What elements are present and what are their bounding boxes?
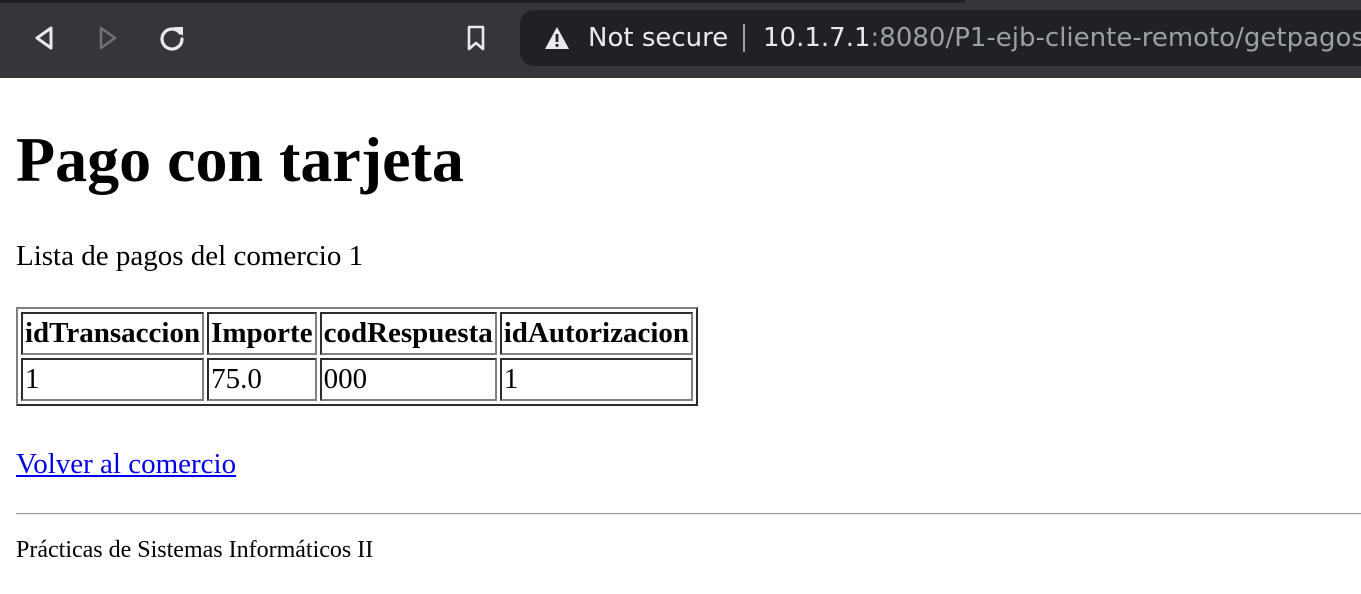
url-text[interactable]: 10.1.7.1:8080/P1-ejb-cliente-remoto/getp…	[763, 23, 1361, 53]
page-content: Pago con tarjeta Lista de pagos del come…	[0, 78, 1361, 594]
forward-arrow-icon	[99, 26, 117, 50]
table-header-row: idTransaccion Importe codRespuesta idAut…	[21, 312, 694, 355]
page-title: Pago con tarjeta	[16, 124, 464, 195]
tab-strip-edge	[0, 0, 965, 3]
reload-button[interactable]	[154, 20, 190, 56]
back-button[interactable]	[26, 20, 62, 56]
cell-id-transaccion: 1	[21, 358, 205, 401]
column-header-id-transaccion: idTransaccion	[21, 312, 205, 355]
table-row: 1 75.0 000 1	[21, 358, 694, 401]
cell-id-autorizacion: 1	[499, 358, 694, 401]
address-bar[interactable]: Not secure 10.1.7.1:8080/P1-ejb-cliente-…	[520, 10, 1361, 66]
page-footer: Prácticas de Sistemas Informáticos II	[16, 537, 374, 563]
cell-cod-respuesta: 000	[319, 358, 497, 401]
url-host: 10.1.7.1	[763, 23, 871, 53]
page-subtitle: Lista de pagos del comercio 1	[16, 240, 364, 272]
back-to-shop-link[interactable]: Volver al comercio	[16, 446, 236, 482]
bookmark-icon	[467, 25, 485, 51]
warning-triangle-icon[interactable]	[544, 26, 570, 50]
url-divider	[743, 24, 745, 52]
column-header-id-autorizacion: idAutorizacion	[499, 312, 694, 355]
browser-toolbar: Not secure 10.1.7.1:8080/P1-ejb-cliente-…	[0, 0, 1361, 78]
bookmark-button[interactable]	[458, 20, 494, 56]
url-path: :8080/P1-ejb-cliente-remoto/getpagos	[870, 23, 1361, 53]
column-header-cod-respuesta: codRespuesta	[319, 312, 497, 355]
back-arrow-icon	[35, 26, 53, 50]
security-status-label[interactable]: Not secure	[588, 23, 728, 53]
reload-icon	[160, 27, 184, 51]
cell-importe: 75.0	[207, 358, 317, 401]
forward-button[interactable]	[90, 20, 126, 56]
horizontal-rule	[16, 513, 1361, 515]
payments-table: idTransaccion Importe codRespuesta idAut…	[16, 307, 699, 406]
column-header-importe: Importe	[207, 312, 317, 355]
